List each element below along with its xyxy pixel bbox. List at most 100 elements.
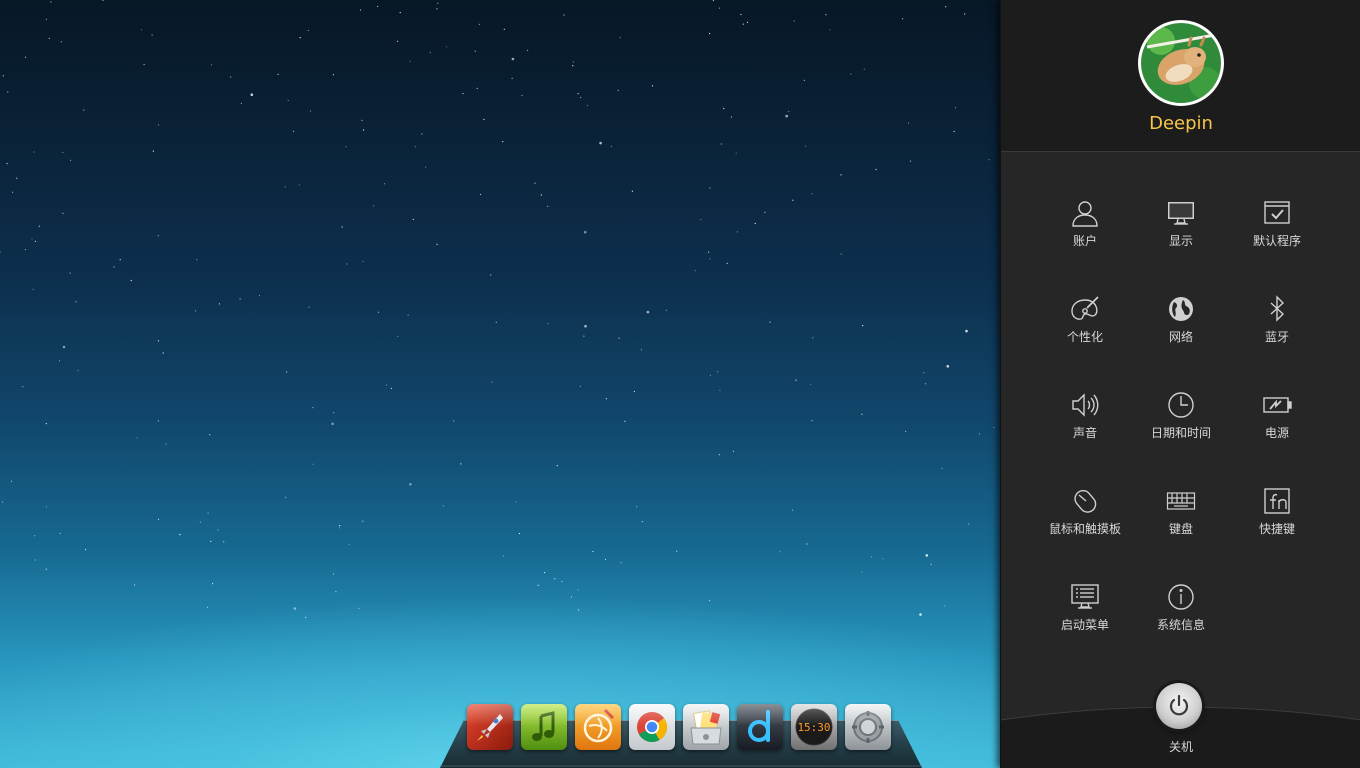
star [157, 518, 160, 521]
star [584, 324, 587, 328]
star [338, 527, 340, 529]
star [157, 340, 160, 342]
dock-app-media-player[interactable] [575, 704, 621, 750]
dock-app-file-manager[interactable] [683, 704, 729, 750]
settings-item-display[interactable]: 显示 [1133, 190, 1229, 260]
settings-item-system-info[interactable]: 系统信息 [1133, 574, 1229, 644]
star [708, 600, 711, 602]
icon-gloss [575, 704, 621, 726]
star [157, 420, 159, 422]
star [905, 430, 907, 432]
star [812, 337, 814, 339]
star [840, 253, 842, 255]
settings-item-account[interactable]: 账户 [1037, 190, 1133, 260]
star [209, 434, 211, 436]
star [730, 116, 733, 118]
dock-app-launcher[interactable] [467, 704, 513, 750]
star [882, 558, 884, 560]
star [429, 51, 431, 54]
desktop-wallpaper[interactable]: 15:30 [0, 0, 1000, 768]
star [312, 463, 314, 465]
dock-app-music-player[interactable] [521, 704, 567, 750]
star [299, 37, 301, 39]
star [840, 174, 842, 176]
star [16, 177, 18, 179]
star [0, 251, 1, 253]
star [45, 568, 47, 570]
star [34, 559, 37, 561]
dock-app-system-settings[interactable] [845, 704, 891, 750]
star [953, 130, 955, 133]
star [284, 186, 286, 188]
settings-item-default-apps[interactable]: 默认程序 [1229, 190, 1325, 260]
dock-app-chrome-browser[interactable] [629, 704, 675, 750]
star [230, 76, 232, 78]
star [332, 74, 334, 76]
star [412, 218, 414, 220]
battery-icon [1263, 397, 1292, 413]
settings-item-bluetooth[interactable]: 蓝牙 [1229, 286, 1325, 356]
mouse-icon [1074, 490, 1097, 513]
star [624, 420, 626, 422]
star [50, 1, 52, 3]
settings-item-network[interactable]: 网络 [1133, 286, 1229, 356]
star [407, 314, 409, 316]
star [2, 75, 4, 77]
icon-gloss [791, 704, 837, 726]
star [62, 212, 64, 214]
star [331, 422, 334, 426]
settings-item-power[interactable]: 电源 [1229, 382, 1325, 452]
star [206, 606, 209, 608]
settings-item-shortcuts[interactable]: 快捷键 [1229, 478, 1325, 548]
star [521, 94, 523, 97]
star [361, 119, 363, 121]
star [636, 506, 638, 508]
icon-gloss [521, 704, 567, 726]
star [909, 160, 912, 162]
star [863, 68, 865, 70]
star [69, 272, 71, 274]
star [7, 91, 9, 93]
star [709, 374, 712, 376]
star [157, 124, 160, 126]
star [212, 583, 214, 585]
star [640, 349, 643, 351]
dock-app-deepin-app[interactable] [737, 704, 783, 750]
starfield [0, 0, 995, 619]
star [919, 613, 922, 616]
star [754, 222, 756, 225]
dock-app-clock[interactable]: 15:30 [791, 704, 837, 750]
star [178, 534, 181, 536]
star [700, 218, 702, 221]
star [742, 23, 744, 25]
star [223, 541, 225, 543]
star [62, 345, 66, 349]
star [491, 381, 493, 383]
settings-item-sound[interactable]: 声音 [1037, 382, 1133, 452]
star [286, 371, 288, 373]
star [554, 578, 556, 580]
star [60, 41, 62, 43]
settings-item-keyboard[interactable]: 键盘 [1133, 478, 1229, 548]
star [736, 231, 739, 233]
star [446, 46, 448, 48]
star [641, 521, 644, 523]
clock-icon [1168, 392, 1194, 418]
shutdown-label: 关机 [1168, 740, 1193, 754]
star [646, 310, 650, 314]
settings-item-mouse-touchpad[interactable]: 鼠标和触摸板 [1037, 478, 1133, 548]
star [377, 5, 379, 8]
star [791, 509, 794, 511]
star [359, 9, 362, 11]
user-avatar[interactable] [1138, 20, 1224, 106]
settings-item-date-time[interactable]: 日期和时间 [1133, 382, 1229, 452]
shutdown-button[interactable] [1156, 683, 1202, 729]
fn-key-icon [1264, 488, 1290, 514]
settings-item-boot-menu[interactable]: 启动菜单 [1037, 574, 1133, 644]
star [511, 57, 515, 61]
keyboard-icon [1166, 492, 1196, 510]
star [32, 288, 34, 290]
settings-item-personalization[interactable]: 个性化 [1037, 286, 1133, 356]
star [453, 420, 455, 422]
star [460, 463, 462, 465]
